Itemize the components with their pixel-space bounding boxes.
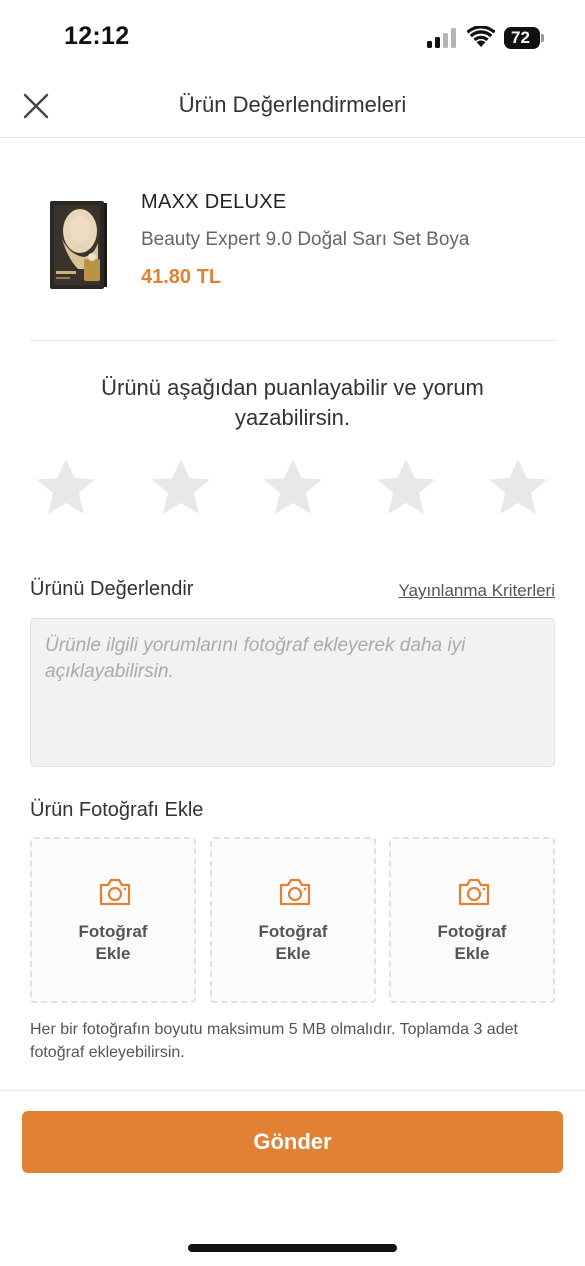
review-box <box>30 618 555 767</box>
photo-size-note: Her bir fotoğrafın boyutu maksimum 5 MB … <box>30 1021 518 1061</box>
review-textarea[interactable] <box>45 633 540 752</box>
star-icon[interactable] <box>148 456 214 522</box>
camera-icon <box>99 878 131 906</box>
wifi-icon <box>467 26 495 47</box>
star-icon[interactable] <box>485 456 551 522</box>
review-section-title: Ürünü Değerlendir <box>30 578 194 600</box>
product-image[interactable] <box>48 199 108 291</box>
add-photo-label: Fotoğraf Ekle <box>437 922 507 963</box>
battery-level: 72 <box>511 28 530 47</box>
home-indicator <box>188 1244 397 1252</box>
rating-prompt: Ürünü aşağıdan puanlayabilir ve yorum ya… <box>101 375 484 430</box>
star-icon[interactable] <box>33 456 99 522</box>
page-title: Ürün Değerlendirmeleri <box>178 92 407 117</box>
camera-icon <box>279 878 311 906</box>
product-brand: MAXX DELUXE <box>141 191 287 213</box>
star-rating <box>30 456 555 522</box>
signal-icon <box>427 28 456 48</box>
status-bar: 12:12 72 <box>0 0 585 78</box>
product-name: Beauty Expert 9.0 Doğal Sarı Set Boya <box>141 229 470 250</box>
add-photo-button[interactable]: Fotoğraf Ekle <box>389 837 555 1003</box>
add-photo-label: Fotoğraf Ekle <box>78 922 148 963</box>
add-photo-button[interactable]: Fotoğraf Ekle <box>210 837 376 1003</box>
publishing-criteria-link[interactable]: Yayınlanma Kriterleri <box>398 581 555 601</box>
battery-icon: 72 <box>504 27 544 49</box>
submit-button[interactable]: Gönder <box>22 1111 563 1173</box>
status-time: 12:12 <box>64 22 130 50</box>
star-icon[interactable] <box>260 456 326 522</box>
add-photo-label: Fotoğraf Ekle <box>258 922 328 963</box>
add-photo-button[interactable]: Fotoğraf Ekle <box>30 837 196 1003</box>
product-price: 41.80 TL <box>141 266 222 288</box>
camera-icon <box>458 878 490 906</box>
header: Ürün Değerlendirmeleri <box>0 78 585 138</box>
photo-section-title: Ürün Fotoğrafı Ekle <box>30 799 204 821</box>
product-card: MAXX DELUXE Beauty Expert 9.0 Doğal Sarı… <box>30 175 555 341</box>
footer-divider <box>0 1090 585 1091</box>
star-icon[interactable] <box>373 456 439 522</box>
